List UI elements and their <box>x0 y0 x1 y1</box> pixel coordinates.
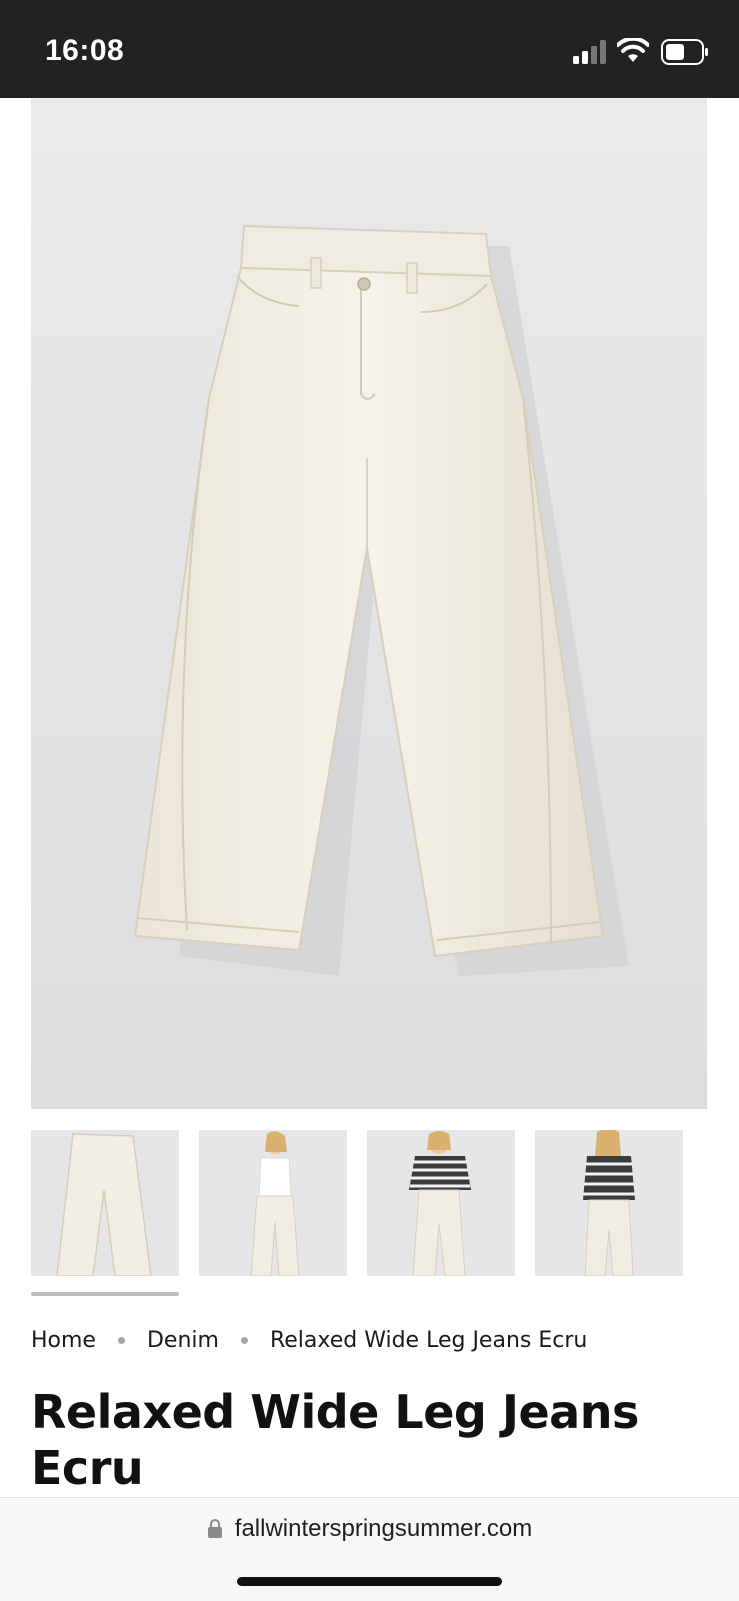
jeans-illustration <box>133 224 629 976</box>
status-bar: 16:08 <box>0 0 739 98</box>
thumbnail-4[interactable] <box>535 1130 683 1276</box>
browser-url-bar[interactable]: fallwinterspringsummer.com <box>0 1497 739 1601</box>
home-indicator[interactable] <box>237 1577 502 1586</box>
model-sweater-front-thumbnail-image <box>409 1131 471 1276</box>
model-sweater-back-thumbnail-image <box>583 1130 635 1276</box>
lock-icon <box>207 1519 222 1538</box>
thumbnail-1[interactable] <box>31 1130 179 1276</box>
product-main-image[interactable] <box>31 98 707 1109</box>
breadcrumb-denim[interactable]: Denim <box>147 1328 219 1353</box>
wifi-icon <box>617 38 649 62</box>
thumbnail-2[interactable] <box>199 1130 347 1276</box>
breadcrumb-separator <box>117 1336 125 1344</box>
battery-icon <box>661 39 708 65</box>
model-tank-thumbnail-image <box>250 1131 300 1276</box>
status-time: 16:08 <box>45 34 125 67</box>
gallery-scroll-indicator <box>31 1292 179 1296</box>
thumbnail-3[interactable] <box>367 1130 515 1276</box>
product-title: Relaxed Wide Leg Jeans Ecru <box>31 1385 639 1495</box>
url-display[interactable]: fallwinterspringsummer.com <box>0 1515 739 1543</box>
breadcrumb-separator <box>240 1336 248 1344</box>
url-text: fallwinterspringsummer.com <box>234 1515 533 1542</box>
breadcrumb-current: Relaxed Wide Leg Jeans Ecru <box>269 1327 588 1353</box>
signal-icon <box>573 40 606 64</box>
breadcrumb-home[interactable]: Home <box>31 1328 96 1353</box>
jeans-thumbnail-image <box>56 1133 152 1276</box>
breadcrumb: Home Denim Relaxed Wide Leg Jeans Ecru <box>31 1323 587 1357</box>
